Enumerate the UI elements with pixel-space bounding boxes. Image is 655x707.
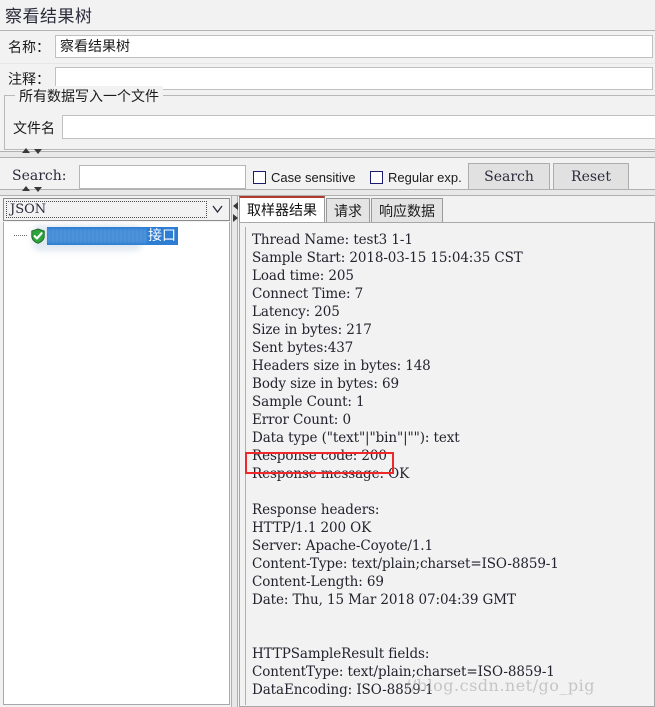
right-results-panel: 取样器结果 请求 响应数据 Thread Name: test3 1-1 Sam…	[239, 196, 655, 707]
tab-sampler-result[interactable]: 取样器结果	[239, 196, 325, 222]
filename-label: 文件名	[13, 121, 55, 137]
tree-node-redacted-text	[48, 229, 148, 243]
results-tree[interactable]: 接口	[3, 222, 230, 705]
tree-node-label: 接口	[148, 228, 176, 244]
horizontal-splitter-top[interactable]	[0, 148, 655, 158]
splitter-left-arrow-icon[interactable]	[233, 202, 238, 210]
success-shield-icon	[30, 228, 46, 244]
case-sensitive-label: Case sensitive	[271, 169, 356, 185]
file-group-legend: 所有数据写入一个文件	[15, 86, 163, 106]
left-tree-panel: JSON 接口	[3, 196, 230, 707]
results-split-area: JSON 接口 取样器结果 请求 响应数据 Thread Name: test3…	[0, 196, 655, 707]
renderer-combobox[interactable]: JSON	[3, 198, 230, 221]
renderer-combobox-field[interactable]: JSON	[6, 201, 207, 218]
case-sensitive-checkbox[interactable]: Case sensitive	[253, 168, 356, 186]
view-results-tree-panel: 察看结果树 名称： 察看结果树 注释： 所有数据写入一个文件 文件名 Searc…	[0, 0, 655, 707]
renderer-selected-value: JSON	[10, 202, 47, 217]
tree-row[interactable]: 接口	[4, 225, 229, 251]
tab-request[interactable]: 请求	[326, 198, 370, 222]
search-label: Search:	[12, 168, 67, 184]
chevron-down-icon[interactable]	[212, 205, 223, 214]
panel-title-bar: 察看结果树	[0, 0, 655, 31]
tree-node-selected[interactable]: 接口	[47, 227, 178, 245]
page-title: 察看结果树	[5, 7, 93, 27]
horizontal-splitter-bottom[interactable]	[0, 186, 655, 196]
checkbox-icon[interactable]	[253, 170, 266, 184]
filename-input[interactable]	[62, 115, 655, 139]
splitter-down-arrow-icon[interactable]	[34, 187, 42, 192]
vertical-splitter[interactable]	[231, 196, 238, 707]
regular-exp-label: Regular exp.	[388, 169, 462, 185]
search-input[interactable]	[79, 165, 246, 189]
tab-response-data[interactable]: 响应数据	[371, 198, 443, 222]
splitter-down-arrow-icon[interactable]	[34, 149, 42, 154]
sampler-result-area[interactable]: Thread Name: test3 1-1 Sample Start: 201…	[239, 222, 655, 707]
name-label: 名称：	[8, 40, 50, 56]
splitter-up-arrow-icon[interactable]	[22, 186, 30, 191]
splitter-up-arrow-icon[interactable]	[22, 148, 30, 153]
search-button[interactable]: Search	[468, 163, 550, 190]
name-input[interactable]: 察看结果树	[55, 35, 653, 58]
reset-button[interactable]: Reset	[553, 163, 629, 190]
name-row: 名称： 察看结果树	[0, 32, 655, 62]
sampler-result-scroll[interactable]: Thread Name: test3 1-1 Sample Start: 201…	[245, 227, 653, 705]
splitter-right-arrow-icon[interactable]	[233, 214, 238, 222]
result-tabs: 取样器结果 请求 响应数据	[239, 196, 655, 222]
sampler-result-text: Thread Name: test3 1-1 Sample Start: 201…	[252, 232, 559, 698]
write-all-data-to-file-group: 所有数据写入一个文件 文件名	[4, 86, 655, 150]
checkbox-icon[interactable]	[370, 170, 383, 184]
regular-exp-checkbox[interactable]: Regular exp.	[370, 168, 462, 186]
tree-connector-icon	[14, 235, 27, 236]
